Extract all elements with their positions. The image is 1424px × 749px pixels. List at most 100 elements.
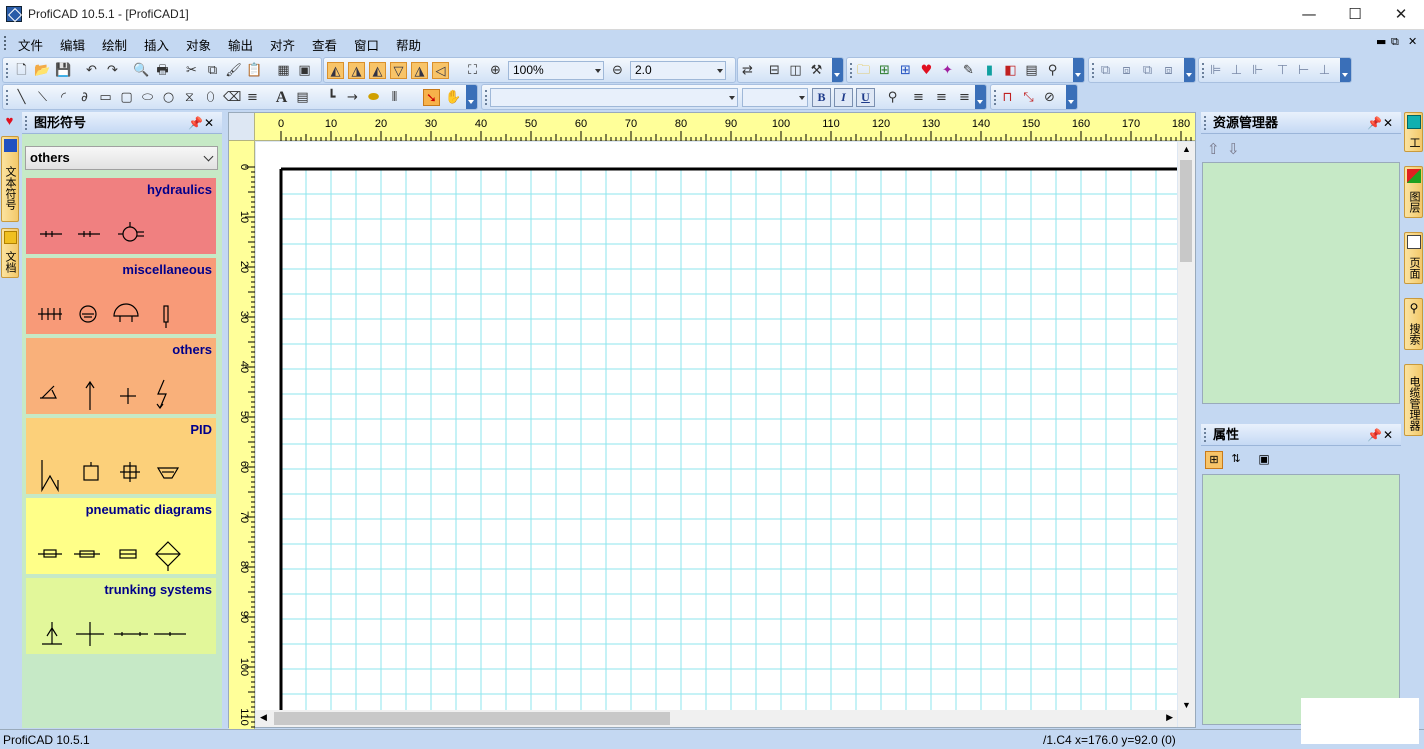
close-button[interactable]: ✕: [1378, 0, 1424, 28]
align-left-icon[interactable]: ⊫: [1207, 62, 1224, 79]
font-size-combo[interactable]: [742, 88, 808, 107]
bring-front-icon[interactable]: ⧉: [1139, 62, 1156, 79]
toolbar-dropdown[interactable]: [466, 85, 477, 109]
heart-icon[interactable]: ♥: [918, 62, 935, 79]
tools-icon[interactable]: ⚒: [808, 62, 825, 79]
fit-to-window-icon[interactable]: ⛶: [464, 62, 481, 79]
eraser-icon[interactable]: ⌫: [223, 89, 241, 106]
toolbar-dropdown[interactable]: [1184, 58, 1195, 82]
select-arrow-icon[interactable]: ➘: [423, 89, 440, 106]
category-card-pneumatic-diagrams[interactable]: pneumatic diagrams: [26, 498, 216, 574]
vertical-scrollbar[interactable]: ▲ ▼: [1178, 142, 1195, 712]
rotate-left-icon[interactable]: ◭: [369, 62, 386, 79]
zoom-out-icon[interactable]: ⊖: [609, 62, 626, 79]
category-card-miscellaneous[interactable]: miscellaneous: [26, 258, 216, 334]
image-icon[interactable]: ▣: [296, 62, 313, 79]
maximize-button[interactable]: ☐: [1332, 0, 1378, 28]
tab-search[interactable]: ⚲ 搜索: [1404, 298, 1423, 350]
category-card-others[interactable]: others: [26, 338, 216, 414]
mdi-close-button[interactable]: ✕: [1408, 35, 1417, 48]
bold-button[interactable]: B: [812, 88, 831, 107]
scroll-down-icon[interactable]: ▼: [1182, 700, 1191, 710]
category-card-pid[interactable]: PID: [26, 418, 216, 494]
pan-hand-icon[interactable]: ✋: [445, 89, 462, 106]
close-icon[interactable]: ✕: [204, 112, 214, 134]
arc-icon[interactable]: ◜: [55, 89, 72, 106]
toolbar-dropdown[interactable]: [1073, 58, 1084, 82]
align-bottom-icon[interactable]: ⊥: [1316, 62, 1333, 79]
arrow-down-icon[interactable]: ⇩: [1227, 140, 1240, 158]
cut-icon[interactable]: ✂: [183, 62, 200, 79]
pin-icon[interactable]: 📌: [188, 112, 203, 134]
text-icon[interactable]: A: [273, 89, 290, 106]
split-vertical-icon[interactable]: ◫: [787, 62, 804, 79]
rectangle-icon[interactable]: ▭: [97, 89, 114, 106]
text-align-right-icon[interactable]: ≡: [956, 89, 973, 106]
prohibit-icon[interactable]: ⊘: [1041, 89, 1058, 106]
open-folder-icon[interactable]: 📂: [34, 62, 51, 79]
menu-help[interactable]: 帮助: [396, 35, 421, 54]
italic-button[interactable]: I: [834, 88, 853, 107]
drawing-canvas[interactable]: [256, 142, 1177, 712]
paste-icon[interactable]: 📋: [246, 62, 263, 79]
close-icon[interactable]: ✕: [1383, 112, 1393, 134]
find-replace-icon[interactable]: ⚲: [884, 89, 901, 106]
bus-icon[interactable]: ⦀: [386, 89, 403, 106]
menu-object[interactable]: 对象: [186, 35, 211, 54]
menu-window[interactable]: 窗口: [354, 35, 379, 54]
circle-icon[interactable]: ○: [160, 89, 177, 106]
rotate-right-icon[interactable]: ◮: [411, 62, 428, 79]
scroll-right-icon[interactable]: ▶: [1166, 712, 1173, 723]
wire-icon[interactable]: ┗: [323, 89, 340, 106]
measure-icon[interactable]: ⤡: [1020, 89, 1037, 106]
menu-align[interactable]: 对齐: [270, 35, 295, 54]
sparkle-icon[interactable]: ✦: [939, 62, 956, 79]
align-top-icon[interactable]: ⊤: [1274, 62, 1291, 79]
text-align-left-icon[interactable]: ≡: [910, 89, 927, 106]
rotate-icon[interactable]: ◁: [432, 62, 449, 79]
save-icon[interactable]: 💾: [55, 62, 72, 79]
connector-icon[interactable]: →: [344, 89, 361, 106]
rounded-rect-icon[interactable]: ▢: [118, 89, 135, 106]
vertical-scroll-thumb[interactable]: [1180, 160, 1192, 262]
scroll-left-icon[interactable]: ◀: [260, 712, 267, 723]
text-align-center-icon[interactable]: ≡: [933, 89, 950, 106]
network-icon[interactable]: ⊞: [897, 62, 914, 79]
flip-horizontal-icon[interactable]: ◭: [327, 62, 344, 79]
split-horizontal-icon[interactable]: ⊟: [766, 62, 783, 79]
folder-icon[interactable]: 🗀: [855, 62, 872, 79]
menu-file[interactable]: 文件: [18, 35, 43, 54]
new-file-icon[interactable]: 🗋: [13, 62, 30, 79]
group-icon[interactable]: ⧉: [1097, 62, 1114, 79]
page-icon[interactable]: ▤: [1023, 62, 1040, 79]
align-middle-icon[interactable]: ⊢: [1295, 62, 1312, 79]
mdi-restore-button[interactable]: ⧉: [1391, 35, 1399, 49]
scroll-up-icon[interactable]: ▲: [1182, 144, 1191, 154]
menu-draw[interactable]: 绘制: [102, 35, 127, 54]
book-icon[interactable]: ▮: [981, 62, 998, 79]
horizontal-scroll-thumb[interactable]: [274, 712, 670, 725]
minimize-button[interactable]: —: [1286, 0, 1332, 28]
align-right-icon[interactable]: ⊩: [1249, 62, 1266, 79]
font-name-combo[interactable]: [490, 88, 738, 107]
textbox-icon[interactable]: ▤: [294, 89, 311, 106]
send-back-icon[interactable]: ⧈: [1160, 62, 1177, 79]
menu-edit[interactable]: 编辑: [60, 35, 85, 54]
tab-text-symbols[interactable]: 文本符号: [1, 136, 19, 222]
shape-icon[interactable]: ⬯: [202, 89, 219, 106]
tab-cable-manager[interactable]: 电缆管理器: [1404, 364, 1423, 436]
categorized-icon[interactable]: ⊞: [1205, 451, 1223, 469]
sort-alpha-icon[interactable]: ⇅: [1227, 451, 1245, 469]
insert-image-icon[interactable]: ▦: [275, 62, 292, 79]
redo-icon[interactable]: ↷: [104, 62, 121, 79]
pin-icon[interactable]: 📌: [1367, 424, 1382, 446]
tab-tool[interactable]: 工: [1404, 112, 1423, 152]
label-icon[interactable]: ⬬: [365, 89, 382, 106]
horizontal-scrollbar[interactable]: ◀ ▶: [256, 710, 1177, 727]
polyline-icon[interactable]: ⟍: [34, 89, 51, 106]
underline-button[interactable]: U: [856, 88, 875, 107]
close-icon[interactable]: ✕: [1383, 424, 1393, 446]
dimension-icon[interactable]: ⊓: [999, 89, 1016, 106]
pin-icon[interactable]: 📌: [1367, 112, 1382, 134]
zoom-combo[interactable]: 100%: [508, 61, 604, 80]
